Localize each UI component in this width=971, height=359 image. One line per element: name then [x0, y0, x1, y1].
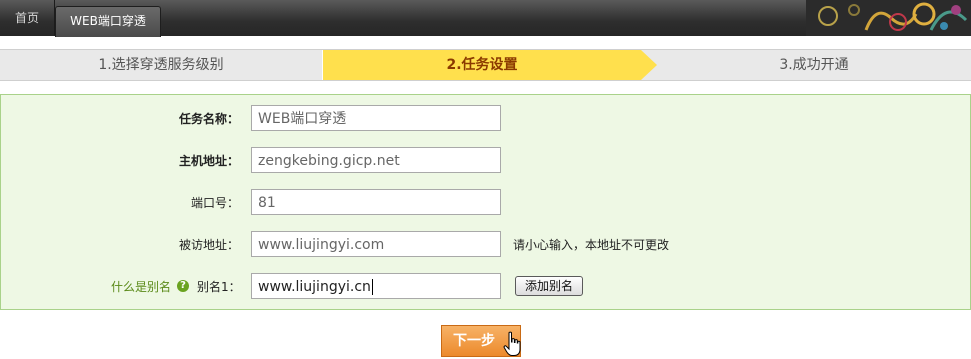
step-2-current: 2.任务设置 — [323, 50, 641, 80]
tab-web-port[interactable]: WEB端口穿透 — [55, 6, 161, 37]
decorative-swirl-banner — [806, 0, 971, 36]
step-progress-bar: 1.选择穿透服务级别 2.任务设置 3.成功开通 — [0, 49, 971, 81]
what-is-alias-link[interactable]: 什么是别名 — [111, 273, 171, 301]
row-visited-address: 被访地址： www.liujingyi.com 请小心输入，本地址不可更改 — [1, 231, 970, 259]
host-label: 主机地址： — [178, 154, 239, 168]
step-1: 1.选择穿透服务级别 — [0, 50, 323, 80]
port-input[interactable]: 81 — [251, 189, 501, 215]
visited-address-label: 被访地址： — [178, 238, 239, 252]
step-3: 3.成功开通 — [779, 57, 849, 73]
question-circle-icon[interactable]: ? — [177, 280, 189, 292]
visited-address-input[interactable]: www.liujingyi.com — [251, 231, 501, 257]
alias-label: 别名1： — [197, 280, 241, 294]
host-input[interactable]: zengkebing.gicp.net — [251, 147, 501, 173]
step-arrow-icon — [641, 50, 657, 80]
alias-input-text: www.liujingyi.cn — [258, 279, 371, 295]
top-nav-bar: 首页 WEB端口穿透 — [0, 0, 971, 37]
port-label: 端口号： — [190, 196, 239, 210]
tab-home[interactable]: 首页 — [0, 0, 55, 36]
hand-pointer-icon — [503, 331, 521, 356]
task-name-input[interactable]: WEB端口穿透 — [251, 105, 501, 131]
text-caret — [371, 279, 373, 295]
task-settings-form: 任务名称： WEB端口穿透 主机地址： zengkebing.gicp.net … — [0, 94, 971, 310]
task-name-label: 任务名称： — [178, 112, 239, 126]
alias-input[interactable]: www.liujingyi.cn — [251, 273, 501, 299]
visited-address-note: 请小心输入，本地址不可更改 — [513, 238, 670, 252]
row-alias: 什么是别名 ? 别名1： www.liujingyi.cn 添加别名 — [1, 273, 970, 301]
add-alias-button[interactable]: 添加别名 — [515, 276, 583, 296]
